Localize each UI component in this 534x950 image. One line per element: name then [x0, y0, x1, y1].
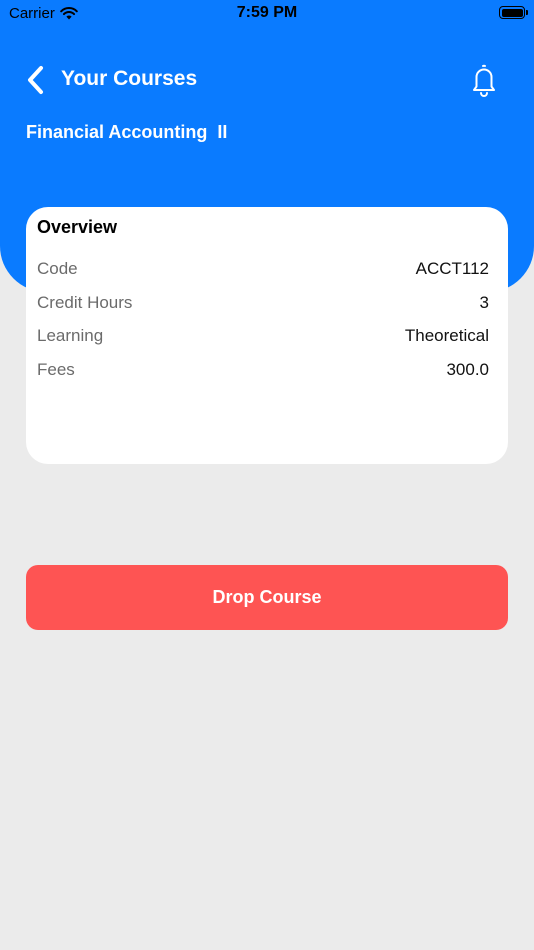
- row-value: Theoretical: [404, 326, 489, 345]
- row-value: 300.0: [446, 360, 489, 379]
- status-time: 7:59 PM: [236, 4, 298, 21]
- row-label: Credit Hours: [37, 293, 133, 312]
- course-name: Financial Accounting II: [26, 122, 228, 142]
- page-title: Your Courses: [61, 67, 198, 90]
- overview-title: Overview: [37, 217, 118, 237]
- row-label: Learning: [37, 326, 104, 345]
- drop-course-button[interactable]: Drop Course: [26, 565, 508, 630]
- row-value: ACCT112: [415, 259, 489, 278]
- notifications-button[interactable]: [466, 62, 502, 100]
- chevron-left-icon: [28, 66, 43, 94]
- battery-icon: [499, 6, 528, 19]
- overview-card: Overview Code ACCT112 Credit Hours 3 Lea…: [26, 207, 508, 464]
- row-label: Fees: [37, 360, 75, 379]
- overview-row-fees: Fees 300.0: [37, 358, 489, 382]
- bell-icon: [473, 64, 495, 97]
- status-bar: Carrier 7:59 PM: [0, 0, 534, 28]
- row-label: Code: [37, 259, 78, 278]
- overview-row-credit-hours: Credit Hours 3: [37, 291, 489, 315]
- overview-row-code: Code ACCT112: [37, 257, 489, 281]
- row-value: 3: [479, 293, 489, 312]
- battery-fill: [501, 8, 523, 17]
- overview-row-learning: Learning Theoretical: [37, 324, 489, 348]
- back-button[interactable]: [22, 62, 52, 98]
